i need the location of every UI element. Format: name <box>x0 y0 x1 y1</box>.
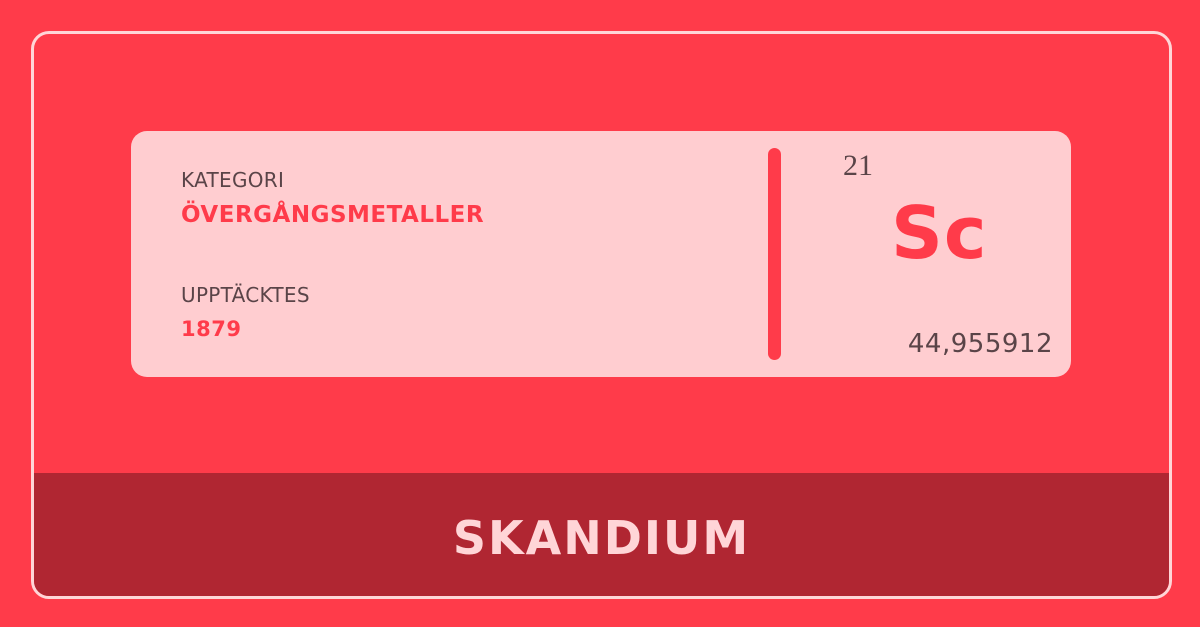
category-value: ÖVERGÅNGSMETALLER <box>181 202 485 228</box>
element-info-card: KATEGORI ÖVERGÅNGSMETALLER UPPTÄCKTES 18… <box>131 131 1071 377</box>
category-label: KATEGORI <box>181 168 285 192</box>
atomic-mass: 44,955912 <box>907 329 1053 359</box>
element-name-band: SKANDIUM <box>34 473 1169 596</box>
element-name: SKANDIUM <box>452 511 751 565</box>
element-symbol: Sc <box>891 191 988 275</box>
discovered-value: 1879 <box>181 317 242 341</box>
element-frame: KATEGORI ÖVERGÅNGSMETALLER UPPTÄCKTES 18… <box>31 31 1172 599</box>
discovered-label: UPPTÄCKTES <box>181 283 310 307</box>
atomic-number: 21 <box>843 149 873 182</box>
vertical-divider <box>768 148 781 360</box>
